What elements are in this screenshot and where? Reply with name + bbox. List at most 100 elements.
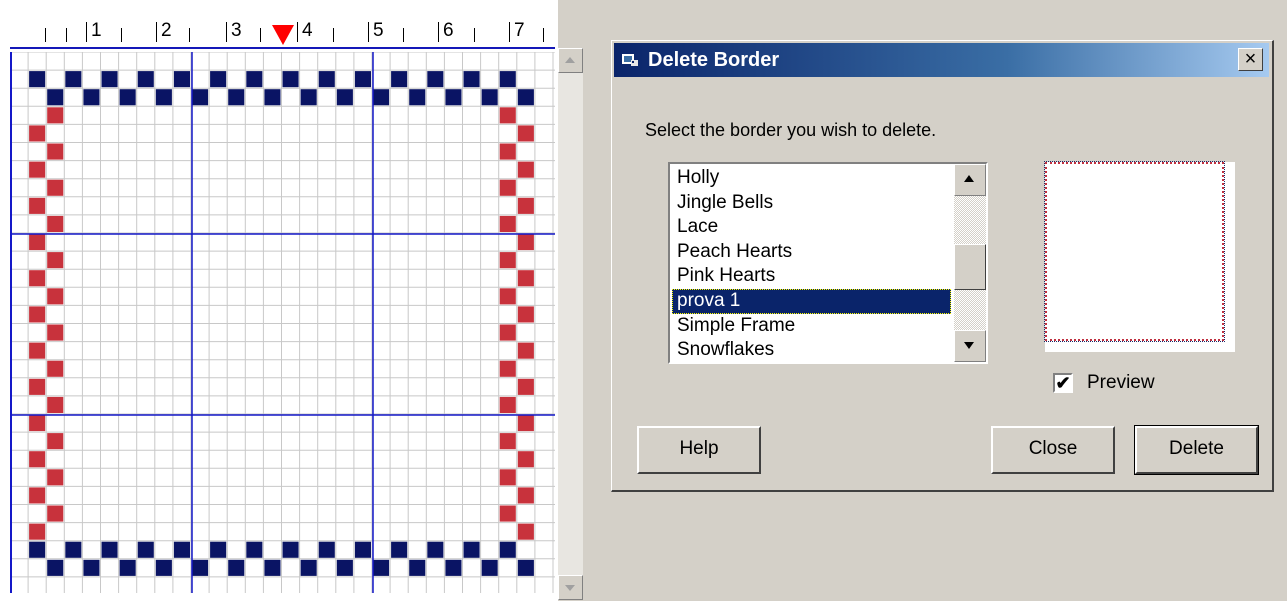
stitch-dark — [228, 89, 245, 106]
list-item[interactable]: Pink Hearts — [672, 264, 951, 289]
scroll-up-button[interactable] — [558, 48, 583, 73]
stitch-dark — [409, 559, 426, 576]
stitch-red — [29, 378, 46, 395]
ruler-tick — [260, 28, 261, 42]
stitch-dark — [499, 71, 516, 88]
stitch-red — [517, 306, 534, 323]
preview-checkbox[interactable]: ✔ — [1053, 373, 1073, 393]
ruler-tick — [333, 28, 334, 42]
stitch-red — [47, 179, 64, 196]
list-item[interactable]: Holly — [672, 166, 951, 191]
border-list-items: Holly Jingle Bells Lace Peach Hearts Pink He… — [672, 166, 951, 363]
scroll-down-button[interactable] — [558, 575, 583, 600]
close-window-button[interactable]: × — [1238, 48, 1263, 71]
stitch-dark — [65, 71, 82, 88]
ruler-number: 3 — [231, 20, 242, 41]
stitch-grid[interactable] — [10, 52, 555, 593]
stitch-red — [29, 306, 46, 323]
stitch-red — [499, 360, 516, 377]
stitch-red — [29, 415, 46, 432]
stitch-red — [517, 378, 534, 395]
stitch-dark — [246, 71, 263, 88]
stitch-dark — [481, 559, 498, 576]
ruler-number: 6 — [443, 20, 454, 41]
list-item[interactable]: Snowflakes — [672, 338, 951, 363]
list-item[interactable]: Jingle Bells — [672, 191, 951, 216]
list-scroll-down-button[interactable] — [954, 330, 986, 362]
stitch-red — [517, 234, 534, 251]
stitch-dark — [228, 559, 245, 576]
stitch-red — [47, 433, 64, 450]
stitch-dark — [282, 541, 299, 558]
stitch-red — [499, 252, 516, 269]
list-item[interactable]: Lace — [672, 215, 951, 240]
ruler-position-marker[interactable] — [272, 25, 294, 45]
list-item[interactable]: Peach Hearts — [672, 240, 951, 265]
ruler-major-tick — [438, 22, 439, 42]
ruler-number: 5 — [373, 20, 384, 41]
close-button[interactable]: Close — [991, 426, 1115, 474]
stitch-red — [499, 505, 516, 522]
stitch-dark — [264, 89, 281, 106]
stitch-red — [499, 179, 516, 196]
close-icon: × — [1244, 48, 1257, 70]
stitch-red — [47, 143, 64, 160]
stitch-dark — [517, 559, 534, 576]
stitch-dark — [119, 89, 136, 106]
list-item-selected[interactable]: prova 1 — [672, 288, 951, 314]
ruler-major-tick — [86, 22, 87, 42]
stitch-red — [29, 451, 46, 468]
dialog-titlebar[interactable]: Delete Border × — [614, 43, 1269, 77]
stitch-red — [29, 270, 46, 287]
stitch-dark — [47, 89, 64, 106]
delete-button[interactable]: Delete — [1134, 425, 1259, 475]
stitch-dark — [173, 541, 190, 558]
border-listbox[interactable]: Holly Jingle Bells Lace Peach Hearts Pink He… — [668, 162, 988, 364]
list-scroll-thumb[interactable] — [954, 244, 986, 290]
stitch-dark — [65, 541, 82, 558]
stitch-red — [499, 143, 516, 160]
editor-vertical-scrollbar[interactable] — [558, 48, 583, 600]
help-button[interactable]: Help — [637, 426, 761, 474]
stitch-red — [47, 469, 64, 486]
stitch-red — [517, 523, 534, 540]
stitch-dark — [83, 559, 100, 576]
stitch-red — [499, 107, 516, 124]
ruler-major-tick — [297, 22, 298, 42]
stitch-red — [29, 523, 46, 540]
stitch-red — [47, 288, 64, 305]
scroll-down-arrow-icon — [565, 585, 575, 591]
stitch-dark — [210, 541, 227, 558]
stitch-dark — [318, 71, 335, 88]
stitch-red — [517, 197, 534, 214]
stitch-dark — [499, 541, 516, 558]
list-scroll-up-button[interactable] — [954, 164, 986, 196]
stitch-dark — [318, 541, 335, 558]
stitch-red — [47, 324, 64, 341]
stitch-dark — [391, 541, 408, 558]
ruler-major-tick — [368, 22, 369, 42]
list-item[interactable]: Simple Frame — [672, 314, 951, 339]
ruler-tick — [403, 28, 404, 42]
list-scrollbar[interactable] — [954, 164, 986, 362]
stitch-dark — [427, 541, 444, 558]
stitch-red — [517, 451, 534, 468]
stitch-red — [47, 505, 64, 522]
stitch-red — [47, 107, 64, 124]
stitch-dark — [83, 89, 100, 106]
stitch-dark — [246, 541, 263, 558]
stitch-dark — [101, 71, 118, 88]
stitch-dark — [354, 71, 371, 88]
stitch-grid-canvas[interactable] — [10, 52, 555, 593]
stitch-red — [29, 161, 46, 178]
stitch-dark — [373, 89, 390, 106]
stitch-dark — [29, 541, 46, 558]
stitch-dark — [300, 89, 317, 106]
ruler-tick — [474, 28, 475, 42]
ruler-tick — [45, 28, 46, 42]
stitch-dark — [517, 89, 534, 106]
preview-label: Preview — [1087, 372, 1155, 393]
stitch-dark — [47, 559, 64, 576]
stitch-dark — [101, 541, 118, 558]
stitch-red — [29, 197, 46, 214]
